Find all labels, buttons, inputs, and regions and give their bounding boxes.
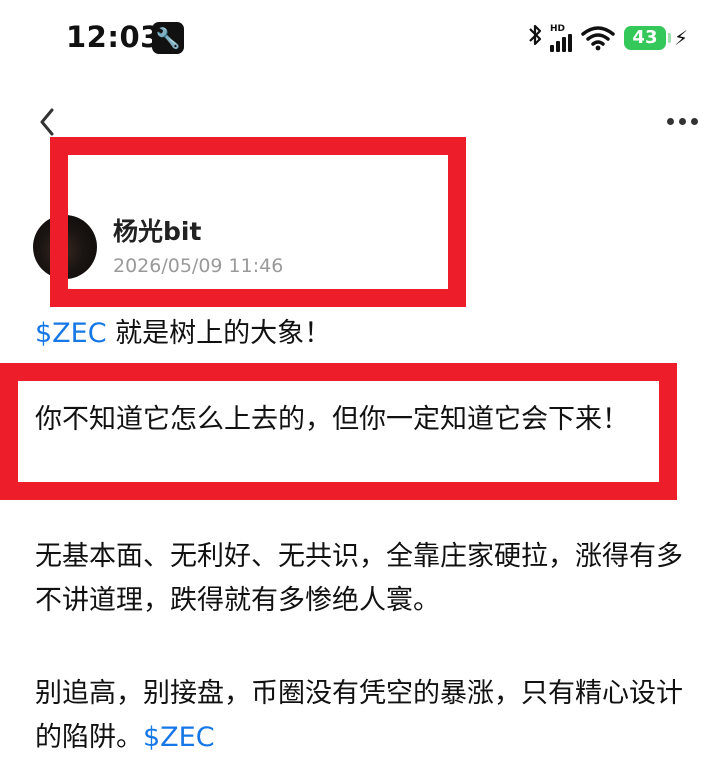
author-name[interactable]: 杨光bit <box>113 212 201 248</box>
post-paragraph-3: 无基本面、无利好、无共识，全靠庄家硬拉，涨得有多不讲道理，跌得就有多惨绝人寰。 <box>35 541 683 616</box>
battery-icon: 43 <box>623 26 671 50</box>
paragraph-text: 别追高，别接盘，币圈没有凭空的暴涨，只有精心设计的陷阱。 <box>35 678 683 753</box>
post-timestamp: 2026/05/09 11:46 <box>113 255 284 277</box>
ticker-link[interactable]: $ZEC <box>35 318 107 349</box>
ticker-link[interactable]: $ZEC <box>143 722 215 753</box>
post-paragraph-1: $ZEC 就是树上的大象！ <box>35 312 685 356</box>
charging-icon: ⚡︎ <box>673 26 688 50</box>
status-time: 12:03 <box>66 20 161 54</box>
post-paragraph-4: 别追高，别接盘，币圈没有凭空的暴涨，只有精心设计的陷阱。$ZEC <box>35 672 685 760</box>
status-icons: HD 43 ⚡︎ <box>528 20 688 56</box>
signal-icon: HD <box>549 23 572 52</box>
more-button[interactable] <box>667 118 698 125</box>
more-dots-icon <box>667 118 674 125</box>
bluetooth-icon <box>528 23 542 53</box>
wifi-icon <box>581 26 615 51</box>
wrench-icon: 🔧 <box>152 22 184 54</box>
chevron-left-icon <box>40 108 54 136</box>
post-paragraph-2: 你不知道它怎么上去的，但你一定知道它会下来！ <box>35 404 629 435</box>
avatar[interactable] <box>33 215 97 279</box>
hd-label: HD <box>549 23 565 34</box>
battery-level: 43 <box>632 27 658 48</box>
paragraph-text: 就是树上的大象！ <box>106 318 332 349</box>
back-button[interactable] <box>34 102 64 142</box>
